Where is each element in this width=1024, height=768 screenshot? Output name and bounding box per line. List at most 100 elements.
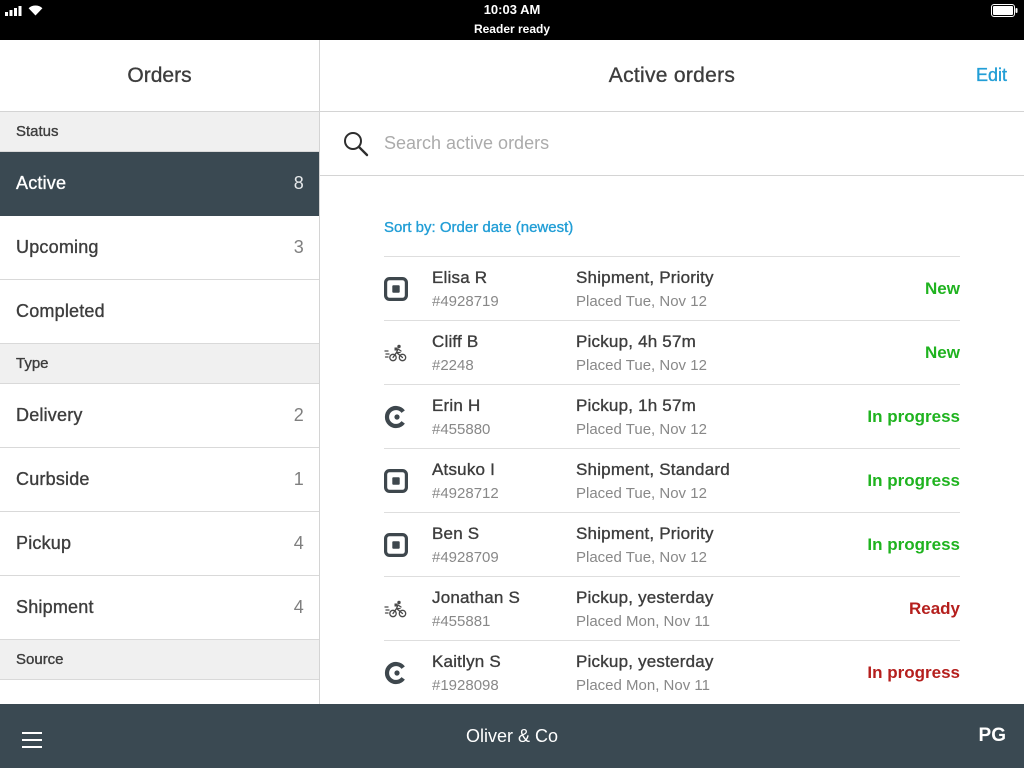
status-badge: New (925, 278, 960, 298)
placed-date: Placed Mon, Nov 11 (576, 613, 710, 630)
search-icon (344, 132, 369, 157)
fulfillment-column: Pickup, 1h 57m Placed Tue, Nov 12 (576, 395, 826, 441)
placed-date: Placed Tue, Nov 12 (576, 549, 707, 566)
search-input[interactable] (384, 112, 1004, 175)
bicycle-courier-icon (384, 597, 408, 621)
section-header-type: Type (0, 344, 319, 384)
sidebar-item-label: Delivery (16, 405, 83, 425)
order-row[interactable]: Erin H #455880 Pickup, 1h 57m Placed Tue… (384, 385, 960, 449)
edit-button[interactable]: Edit (976, 40, 1007, 111)
status-badge: In progress (867, 534, 960, 554)
sidebar-item-count: 8 (293, 173, 304, 193)
customer-name: Kaitlyn S (432, 652, 501, 671)
sidebar-item-label: Upcoming (16, 237, 99, 257)
signal-icon (5, 6, 22, 16)
sidebar: Orders Status Active 8 Upcoming 3 Comple… (0, 40, 320, 704)
customer-name: Cliff B (432, 332, 479, 351)
sidebar-item-count: 4 (293, 597, 304, 617)
order-manager-app: 10:03 AM Reader ready Orders Status Acti… (0, 0, 1024, 768)
placed-date: Placed Mon, Nov 11 (576, 677, 710, 694)
bicycle-courier-icon (384, 341, 408, 365)
order-number: #2248 (432, 357, 474, 374)
fulfillment-type: Shipment, Priority (576, 524, 714, 543)
order-number: #4928709 (432, 549, 499, 566)
customer-column: Atsuko I #4928712 (432, 459, 568, 505)
sort-control[interactable]: Sort by: Order date (newest) (384, 218, 574, 238)
order-row[interactable]: Elisa R #4928719 Shipment, Priority Plac… (384, 257, 960, 321)
customer-name: Jonathan S (432, 588, 521, 607)
square-logo-icon (384, 277, 408, 301)
sidebar-item-delivery[interactable]: Delivery 2 (0, 384, 319, 448)
order-row[interactable]: Cliff B #2248 Pickup, 4h 57m Placed Tue,… (384, 321, 960, 385)
placed-date: Placed Tue, Nov 12 (576, 293, 707, 310)
order-list: Elisa R #4928719 Shipment, Priority Plac… (384, 256, 960, 704)
customer-column: Kaitlyn S #1928098 (432, 651, 568, 697)
c-logo-icon (384, 405, 408, 429)
fulfillment-type: Pickup, 4h 57m (576, 332, 696, 351)
clock: 10:03 AM (483, 2, 541, 17)
section-header-source: Source (0, 640, 319, 680)
battery-icon (991, 4, 1018, 17)
sort-label: Sort by: (384, 219, 436, 236)
sidebar-item-upcoming[interactable]: Upcoming 3 (0, 216, 319, 280)
sidebar-item-curbside[interactable]: Curbside 1 (0, 448, 319, 512)
sidebar-title: Orders (0, 40, 319, 112)
sort-value: Order date (newest) (439, 219, 574, 236)
customer-column: Cliff B #2248 (432, 331, 568, 377)
order-row[interactable]: Kaitlyn S #1928098 Pickup, yesterday Pla… (384, 641, 960, 704)
sidebar-item-pickup[interactable]: Pickup 4 (0, 512, 319, 576)
hamburger-menu-icon[interactable] (22, 731, 42, 749)
sidebar-item-active[interactable]: Active 8 (0, 152, 319, 216)
customer-column: Elisa R #4928719 (432, 267, 568, 313)
fulfillment-type: Pickup, yesterday (576, 652, 714, 671)
sidebar-item-label: Completed (16, 301, 105, 321)
square-logo-icon (384, 469, 408, 493)
status-bar: 10:03 AM Reader ready (0, 0, 1024, 40)
sidebar-item-label: Pickup (16, 533, 72, 553)
fulfillment-column: Pickup, yesterday Placed Mon, Nov 11 (576, 651, 826, 697)
fulfillment-type: Pickup, 1h 57m (576, 396, 696, 415)
fulfillment-column: Shipment, Standard Placed Tue, Nov 12 (576, 459, 826, 505)
status-badge: New (925, 342, 960, 362)
fulfillment-type: Pickup, yesterday (576, 588, 714, 607)
sidebar-item-count: 4 (293, 533, 304, 553)
sidebar-item-label: Curbside (16, 469, 90, 489)
order-number: #455881 (432, 613, 491, 630)
avatar[interactable]: PG (979, 704, 1006, 768)
sidebar-item-label: Shipment (16, 597, 94, 617)
reader-status: Reader ready (473, 22, 551, 36)
status-badge: In progress (867, 662, 960, 682)
fulfillment-type: Shipment, Priority (576, 268, 714, 287)
business-name: Oliver & Co (465, 725, 559, 746)
section-header-status: Status (0, 112, 319, 152)
sidebar-item-shipment[interactable]: Shipment 4 (0, 576, 319, 640)
sidebar-item-completed[interactable]: Completed (0, 280, 319, 344)
order-number: #4928712 (432, 485, 499, 502)
placed-date: Placed Tue, Nov 12 (576, 421, 707, 438)
customer-name: Erin H (432, 396, 481, 415)
order-row[interactable]: Ben S #4928709 Shipment, Priority Placed… (384, 513, 960, 577)
fulfillment-column: Pickup, 4h 57m Placed Tue, Nov 12 (576, 331, 826, 377)
customer-name: Ben S (432, 524, 480, 543)
square-logo-icon (384, 533, 408, 557)
order-number: #1928098 (432, 677, 499, 694)
sidebar-item-count: 3 (293, 237, 304, 257)
order-row[interactable]: Atsuko I #4928712 Shipment, Standard Pla… (384, 449, 960, 513)
sidebar-item-label: Active (16, 173, 67, 193)
search-bar (320, 112, 1024, 176)
bottom-bar: Oliver & Co PG (0, 704, 1024, 768)
placed-date: Placed Tue, Nov 12 (576, 357, 707, 374)
placed-date: Placed Tue, Nov 12 (576, 485, 707, 502)
customer-column: Ben S #4928709 (432, 523, 568, 569)
customer-name: Elisa R (432, 268, 488, 287)
order-number: #455880 (432, 421, 491, 438)
customer-column: Jonathan S #455881 (432, 587, 568, 633)
customer-column: Erin H #455880 (432, 395, 568, 441)
c-logo-icon (384, 661, 408, 685)
order-row[interactable]: Jonathan S #455881 Pickup, yesterday Pla… (384, 577, 960, 641)
fulfillment-type: Shipment, Standard (576, 460, 730, 479)
sidebar-item-count: 2 (293, 405, 304, 425)
wifi-icon (28, 5, 43, 16)
page-title: Active orders (608, 63, 736, 87)
status-badge: In progress (867, 406, 960, 426)
